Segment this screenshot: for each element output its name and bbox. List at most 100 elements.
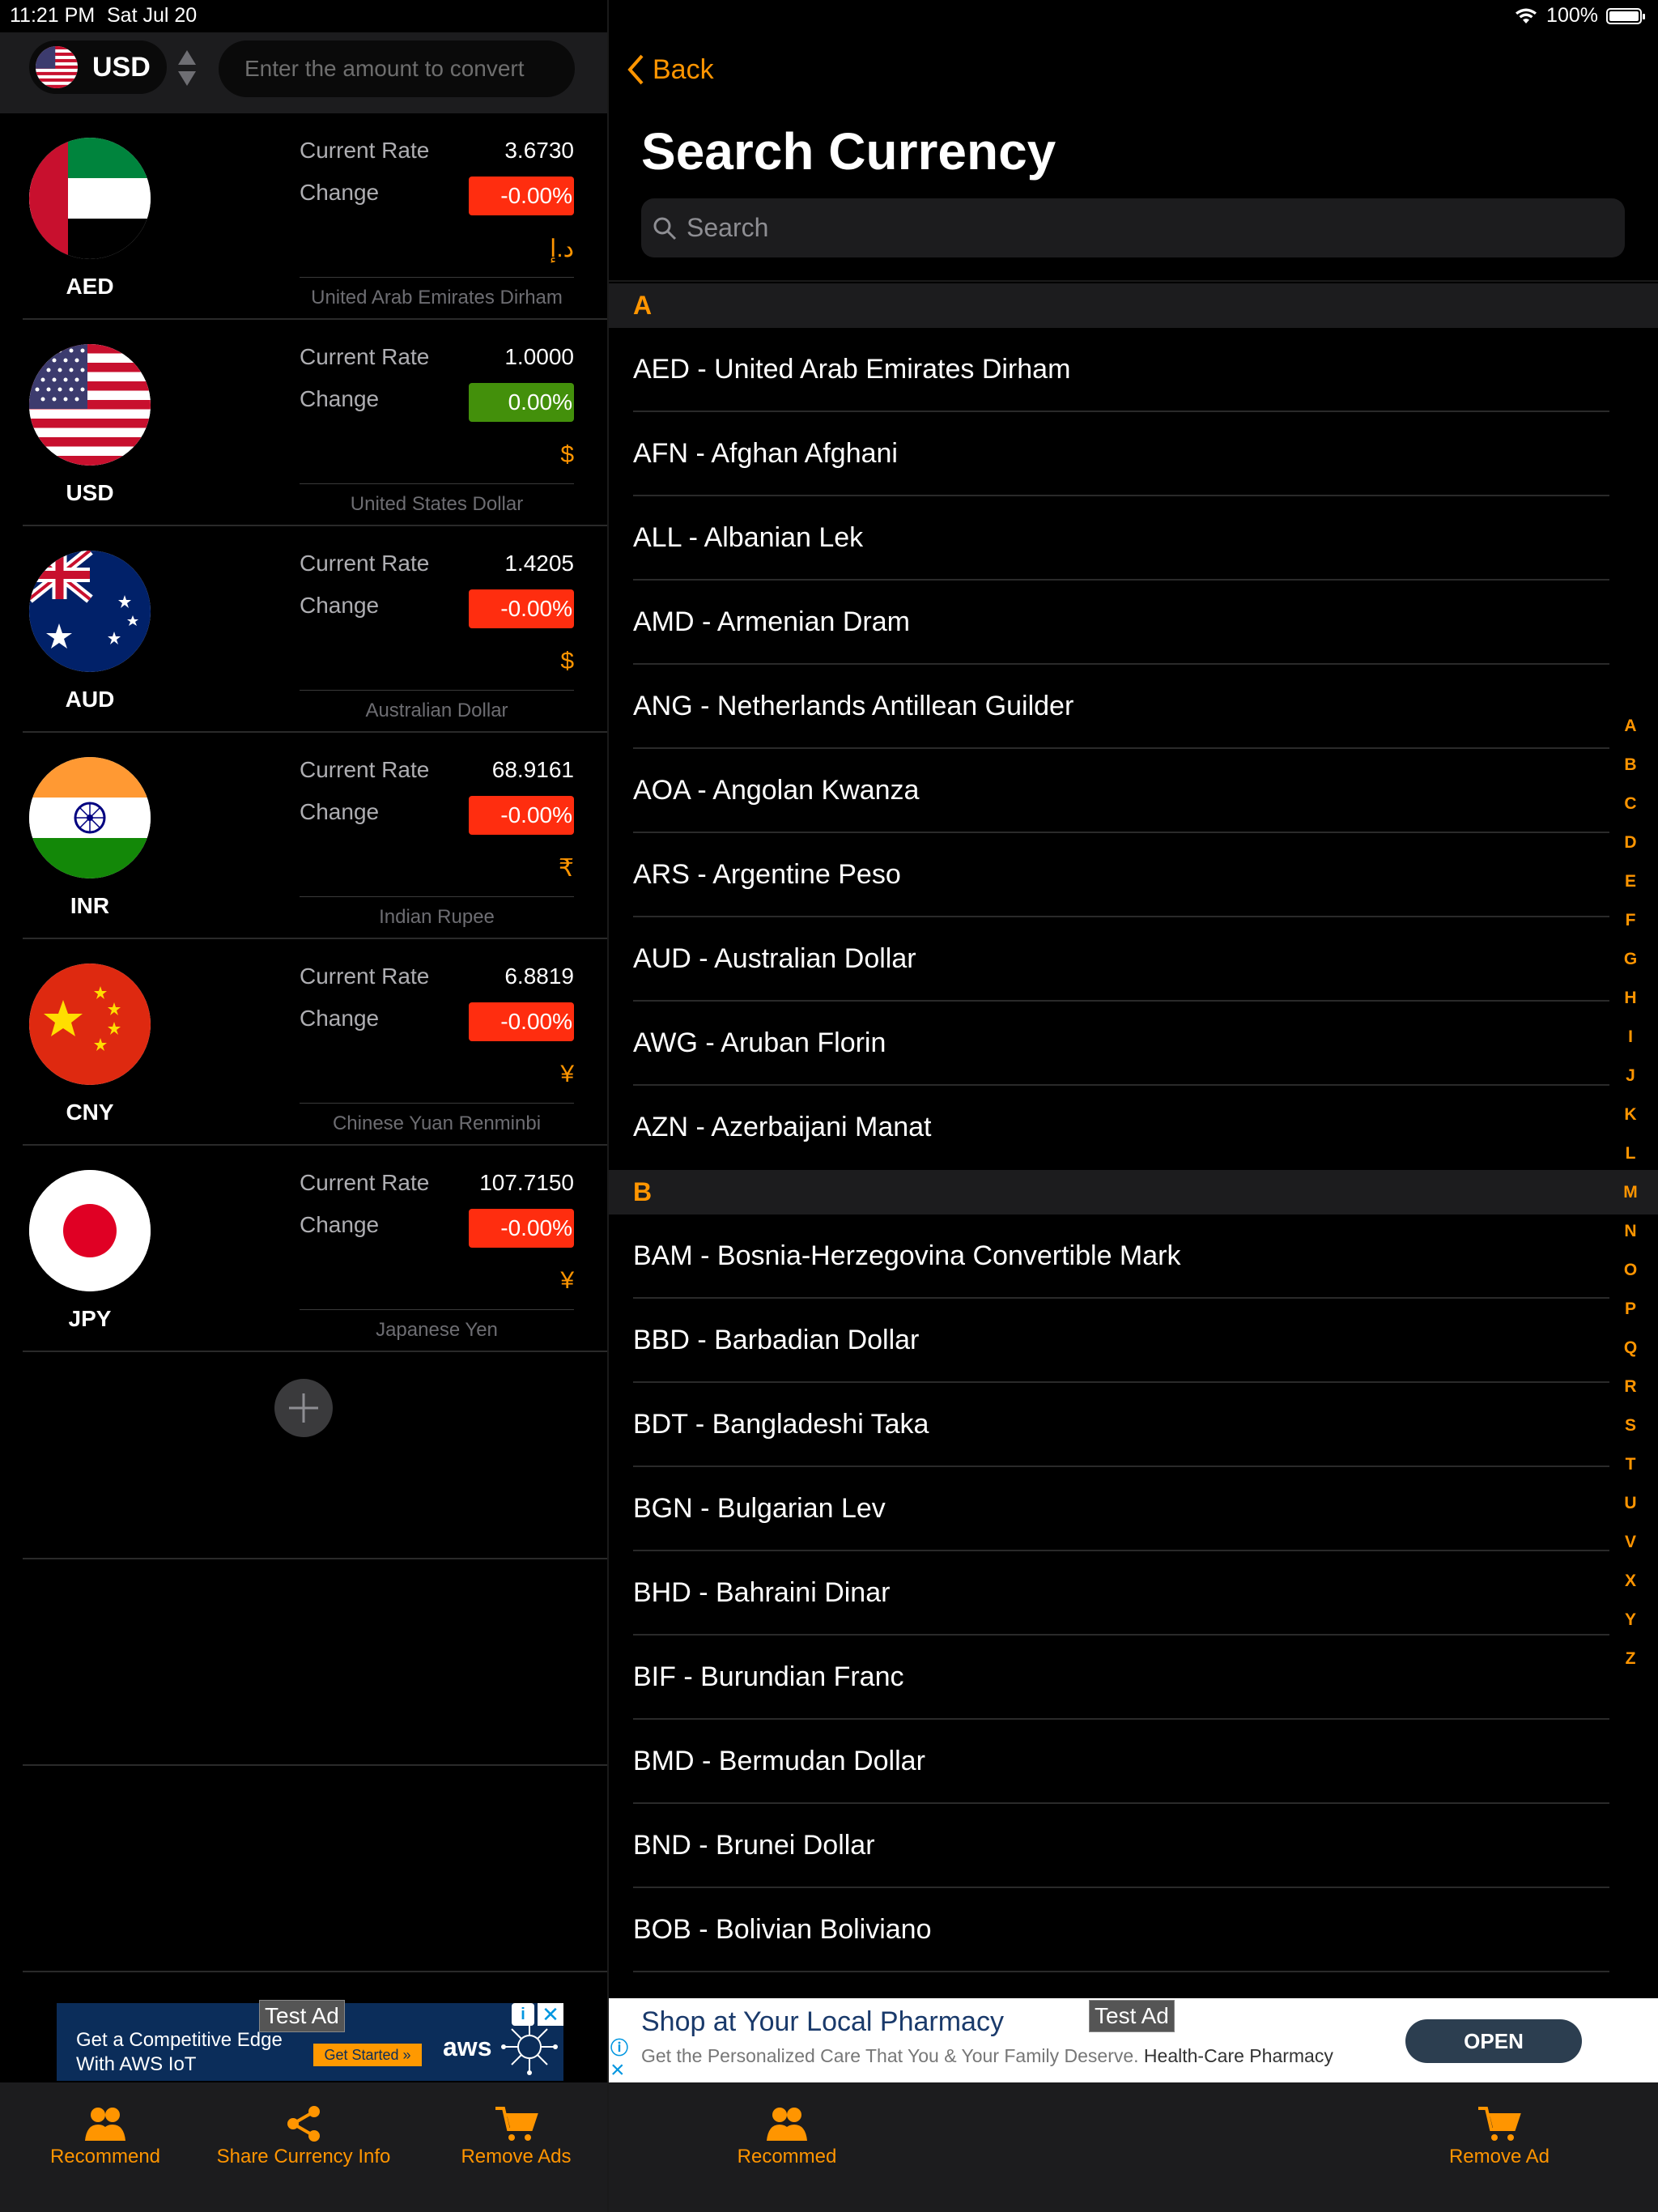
currency-list-item[interactable]: AFN - Afghan Afghani [633,412,1609,496]
ad-subtitle: Get the Personalized Care That You & You… [641,2045,1333,2067]
row-inner-divider [300,483,574,484]
currency-list-item[interactable]: BND - Brunei Dollar [633,1804,1609,1888]
battery-percent: 100% [1546,4,1598,27]
status-date: Sat Jul 20 [107,4,198,27]
currency-row-cny[interactable]: CNY Current Rate Change 6.8819 -0.00% ¥ … [0,939,607,1146]
index-letter[interactable]: B [1616,746,1645,785]
currency-list-item[interactable]: BDT - Bangladeshi Taka [633,1383,1609,1467]
index-letter[interactable]: Y [1616,1601,1645,1640]
change-label: Change [300,799,380,824]
currency-list-item[interactable]: BOB - Bolivian Boliviano [633,1888,1609,1972]
rate-value: 107.7150 [479,1170,574,1195]
currency-row-usd[interactable]: USD Current Rate Change 1.0000 0.00% $ U… [0,320,607,526]
index-letter[interactable]: S [1616,1406,1645,1445]
empty-row-divider [23,1764,607,1766]
change-badge: -0.00% [469,589,574,628]
currency-symbol: ¥ [560,1267,574,1294]
ad-info-icon[interactable]: i [512,2003,534,2026]
index-letter[interactable]: O [1616,1251,1645,1290]
currency-list-item[interactable]: AMD - Armenian Dram [633,581,1609,665]
converter-panel: USD AED Current Rate Change 3.6730 -0.00… [0,0,607,2212]
people-icon [767,2108,807,2141]
search-bar[interactable] [641,198,1625,257]
tab-remove-ads[interactable]: Remove Ad [1435,2105,1564,2168]
index-letter[interactable]: F [1616,901,1645,940]
search-input[interactable] [687,213,1577,243]
swap-sort-icon[interactable] [176,49,198,87]
index-letter[interactable]: Q [1616,1329,1645,1368]
currency-row-jpy[interactable]: JPY Current Rate Change 107.7150 -0.00% … [0,1146,607,1352]
section-index-bar[interactable]: A B C D E F G H I J K L M N O P Q R S T … [1616,707,1645,1678]
currency-list-item[interactable]: BAM - Bosnia-Herzegovina Convertible Mar… [633,1214,1609,1299]
currency-list-item[interactable]: BGN - Bulgarian Lev [633,1467,1609,1551]
index-letter[interactable]: G [1616,940,1645,979]
index-letter[interactable]: I [1616,1018,1645,1057]
tab-recommend[interactable]: Recommed [722,2105,852,2168]
rate-label: Current Rate [300,551,430,576]
currency-code: USD [66,480,114,505]
index-letter[interactable]: A [1616,707,1645,746]
rate-label: Current Rate [300,138,430,163]
index-letter[interactable]: M [1616,1173,1645,1212]
currency-list-item[interactable]: ARS - Argentine Peso [633,833,1609,917]
empty-row-divider [23,1971,607,1972]
currency-code: JPY [68,1306,112,1331]
change-badge: -0.00% [469,1209,574,1248]
currency-code: CNY [66,1100,114,1125]
currency-list-item[interactable]: AZN - Azerbaijani Manat [633,1086,1609,1170]
tab-recommend[interactable]: Recommend [40,2105,170,2168]
currency-row-inr[interactable]: INR Current Rate Change 68.9161 -0.00% ₹… [0,733,607,939]
currency-list-item[interactable]: ANG - Netherlands Antillean Guilder [633,665,1609,749]
index-letter[interactable]: D [1616,823,1645,862]
currency-code: AED [66,274,114,299]
currency-list-item[interactable]: BBD - Barbadian Dollar [633,1299,1609,1383]
tab-remove-ads[interactable]: Remove Ads [449,2105,583,2168]
back-button[interactable]: Back [627,53,714,86]
index-letter[interactable]: E [1616,862,1645,901]
search-currency-panel: Back Search Currency A AED - United Arab… [609,0,1658,2212]
index-letter[interactable]: R [1616,1368,1645,1406]
index-letter[interactable]: P [1616,1290,1645,1329]
tab-label: Remove Ad [1448,2146,1550,2167]
index-letter[interactable]: C [1616,785,1645,823]
index-letter[interactable]: V [1616,1523,1645,1562]
currency-row-aud[interactable]: AUD Current Rate Change 1.4205 -0.00% $ … [0,526,607,733]
ad-close-icon[interactable]: ✕ [538,2003,563,2026]
amount-input[interactable] [219,40,575,97]
ad-close-icon[interactable]: × [610,2057,630,2084]
index-letter[interactable]: K [1616,1095,1645,1134]
ad-advertiser: Health-Care Pharmacy [1143,2045,1333,2066]
index-letter[interactable]: N [1616,1212,1645,1251]
index-letter[interactable]: H [1616,979,1645,1018]
index-letter[interactable]: U [1616,1484,1645,1523]
add-currency-button[interactable] [274,1379,333,1437]
currency-list-item[interactable]: BHD - Bahraini Dinar [633,1551,1609,1636]
index-letter[interactable]: X [1616,1562,1645,1601]
test-ad-badge: Test Ad [259,2000,345,2032]
currency-list-item[interactable]: ALL - Albanian Lek [633,496,1609,581]
currency-list-item[interactable]: BIF - Burundian Franc [633,1636,1609,1720]
ad-open-button[interactable]: OPEN [1405,2019,1582,2063]
currency-row-aed[interactable]: AED Current Rate Change 3.6730 -0.00% د.… [0,113,607,320]
rate-label: Current Rate [300,344,430,369]
empty-row-divider [23,1558,607,1559]
currency-list-item[interactable]: BMD - Bermudan Dollar [633,1720,1609,1804]
currency-list-item[interactable]: AED - United Arab Emirates Dirham [633,328,1609,412]
currency-list-item[interactable]: AWG - Aruban Florin [633,1002,1609,1086]
index-letter[interactable]: Z [1616,1640,1645,1678]
currency-symbol: ¥ [560,1061,574,1087]
currency-list-item[interactable]: AUD - Australian Dollar [633,917,1609,1002]
currency-name: Australian Dollar [365,700,508,721]
app-root: 11:21 PM Sat Jul 20 100% USD Enter the a… [0,0,1658,2212]
index-letter[interactable]: J [1616,1057,1645,1095]
index-letter[interactable]: L [1616,1134,1645,1173]
ad-cta-button[interactable]: Get Started » [313,2044,422,2066]
us-flag-icon [36,46,78,88]
ad-info-icon[interactable]: ⓘ [610,2034,630,2058]
change-badge: -0.00% [469,1002,574,1041]
base-currency-button[interactable]: USD [29,40,167,94]
search-icon [653,217,677,240]
tab-share-currency-info[interactable]: Share Currency Info [206,2105,401,2168]
currency-list-item[interactable]: AOA - Angolan Kwanza [633,749,1609,833]
index-letter[interactable]: T [1616,1445,1645,1484]
